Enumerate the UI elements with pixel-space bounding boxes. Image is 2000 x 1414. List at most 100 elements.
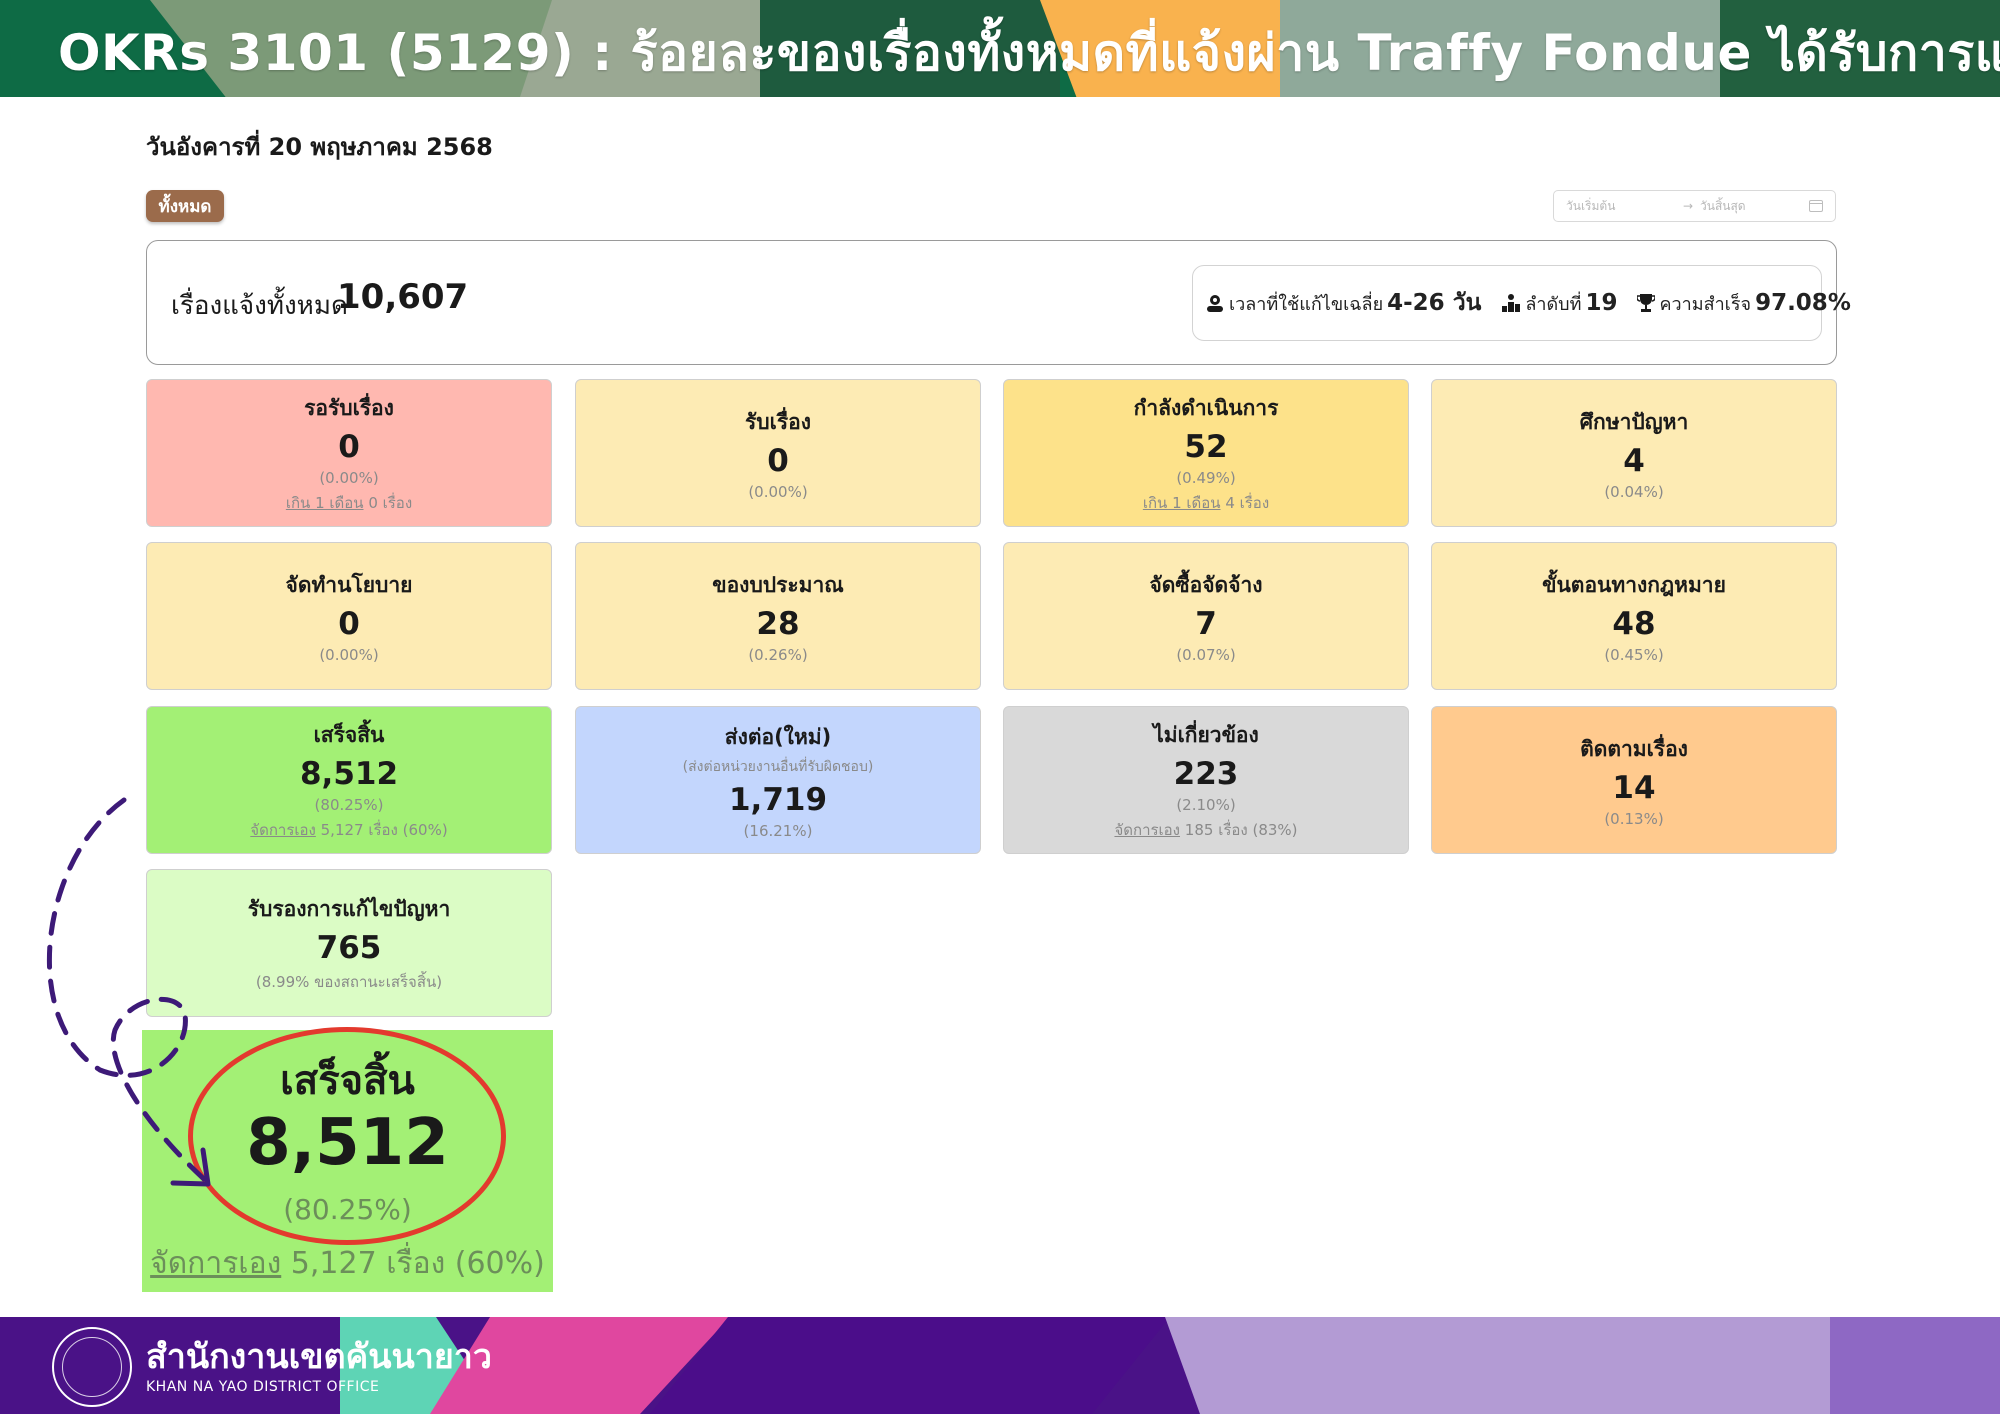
card-value: 0	[338, 428, 360, 465]
rank-value: 19	[1585, 290, 1618, 316]
card-title: ศึกษาปัญหา	[1579, 409, 1689, 434]
card-title: รับเรื่อง	[745, 409, 811, 434]
status-card-follow-up[interactable]: ติดตามเรื่อง 14 (0.13%)	[1431, 706, 1837, 854]
status-card-procurement[interactable]: จัดซื้อจัดจ้าง 7 (0.07%)	[1003, 542, 1409, 690]
stats-pill: เวลาที่ใช้แก้ไขเฉลี่ย 4-26 วัน ลำดับที่ …	[1192, 265, 1851, 341]
card-title: จัดทำนโยบาย	[285, 572, 413, 597]
status-card-certified[interactable]: รับรองการแก้ไขปัญหา 765 (8.99% ของสถานะเ…	[146, 869, 552, 1017]
status-card-policy[interactable]: จัดทำนโยบาย 0 (0.00%)	[146, 542, 552, 690]
rank-label: ลำดับที่	[1525, 293, 1582, 315]
zoom-self-handled-link: จัดการเอง	[150, 1246, 282, 1281]
status-card-legal[interactable]: ขั้นตอนทางกฎหมาย 48 (0.45%)	[1431, 542, 1837, 690]
office-name-en: KHAN NA YAO DISTRICT OFFICE	[146, 1379, 380, 1395]
card-note: เกิน 1 เดือน 0 เรื่อง	[286, 491, 412, 515]
total-reports-value: 10,607	[337, 277, 469, 317]
current-date: วันอังคารที่ 20 พฤษภาคม 2568	[146, 133, 493, 161]
date-range-picker[interactable]: วันเริ่มต้น → วันสิ้นสุด	[1553, 190, 1836, 222]
date-start-input[interactable]: วันเริ่มต้น	[1566, 197, 1676, 216]
status-card-in-progress[interactable]: กำลังดำเนินการ 52 (0.49%) เกิน 1 เดือน 4…	[1003, 379, 1409, 527]
card-percent: (0.49%)	[1176, 468, 1236, 487]
card-percent: (16.21%)	[743, 821, 813, 840]
card-note-text: 185 เรื่อง (83%)	[1184, 820, 1298, 839]
card-percent: (0.00%)	[319, 468, 379, 487]
card-note: จัดการเอง 5,127 เรื่อง (60%)	[250, 818, 447, 842]
card-percent: (0.04%)	[1604, 482, 1664, 501]
card-subtitle: (ส่งต่อหน่วยงานอื่นที่รับผิดชอบ)	[682, 758, 874, 775]
calendar-icon[interactable]	[1809, 200, 1823, 212]
footer-banner: สำนักงานเขตคันนายาว KHAN NA YAO DISTRICT…	[0, 1317, 2000, 1414]
footer-decor	[650, 1317, 1170, 1414]
status-card-completed[interactable]: เสร็จสิ้น 8,512 (80.25%) จัดการเอง 5,127…	[146, 706, 552, 854]
card-percent: (2.10%)	[1176, 795, 1236, 814]
card-note-text: 4 เรื่อง	[1225, 493, 1270, 512]
rank-stat: ลำดับที่ 19	[1501, 289, 1617, 318]
card-value: 7	[1195, 605, 1217, 642]
self-handled-link[interactable]: จัดการเอง	[250, 821, 316, 839]
card-value: 8,512	[299, 755, 399, 792]
success-label: ความสำเร็จ	[1659, 293, 1752, 315]
overdue-link[interactable]: เกิน 1 เดือน	[1143, 494, 1221, 512]
avg-time-stat: เวลาที่ใช้แก้ไขเฉลี่ย 4-26 วัน	[1205, 285, 1481, 321]
footer-decor	[1165, 1317, 1865, 1414]
card-value: 0	[767, 442, 789, 479]
success-value: 97.08%	[1755, 290, 1851, 316]
card-title: ไม่เกี่ยวข้อง	[1153, 722, 1259, 747]
district-seal-icon	[52, 1327, 132, 1407]
status-card-budget[interactable]: ของบประมาณ 28 (0.26%)	[575, 542, 981, 690]
user-clock-icon	[1207, 295, 1223, 312]
arrow-right-icon: →	[1682, 199, 1694, 213]
card-title: รับรองการแก้ไขปัญหา	[247, 896, 451, 921]
card-percent: (0.45%)	[1604, 645, 1664, 664]
card-title: ของบประมาณ	[712, 572, 844, 597]
office-name-th: สำนักงานเขตคันนายาว	[146, 1337, 492, 1377]
card-title: ขั้นตอนทางกฎหมาย	[1542, 572, 1726, 597]
card-note: เกิน 1 เดือน 4 เรื่อง	[1143, 491, 1269, 515]
card-value: 52	[1184, 428, 1228, 465]
card-percent: (0.00%)	[319, 645, 379, 664]
card-value: 1,719	[728, 781, 828, 818]
filter-all-button[interactable]: ทั้งหมด	[146, 190, 224, 222]
zoom-note-text: 5,127 เรื่อง (60%)	[290, 1246, 545, 1281]
summary-panel: เรื่องแจ้งทั้งหมด 10,607 เวลาที่ใช้แก้ไข…	[146, 240, 1851, 365]
status-card-studying[interactable]: ศึกษาปัญหา 4 (0.04%)	[1431, 379, 1837, 527]
avg-time-value: 4-26 วัน	[1387, 290, 1482, 316]
date-end-input[interactable]: วันสิ้นสุด	[1700, 197, 1809, 216]
card-title: ส่งต่อ(ใหม่)	[724, 724, 832, 749]
status-card-irrelevant[interactable]: ไม่เกี่ยวข้อง 223 (2.10%) จัดการเอง 185 …	[1003, 706, 1409, 854]
status-card-pending[interactable]: รอรับเรื่อง 0 (0.00%) เกิน 1 เดือน 0 เรื…	[146, 379, 552, 527]
card-percent: (8.99% ของสถานะเสร็จสิ้น)	[255, 972, 443, 991]
card-percent: (80.25%)	[314, 795, 384, 814]
card-value: 0	[338, 605, 360, 642]
card-title: ติดตามเรื่อง	[1580, 736, 1688, 761]
overdue-link[interactable]: เกิน 1 เดือน	[286, 494, 364, 512]
trophy-icon	[1637, 294, 1656, 312]
card-note-text: 5,127 เรื่อง (60%)	[320, 820, 448, 839]
success-stat: ความสำเร็จ 97.08%	[1637, 289, 1851, 318]
status-card-received[interactable]: รับเรื่อง 0 (0.00%)	[575, 379, 981, 527]
card-value: 14	[1612, 769, 1656, 806]
zoom-note: จัดการเอง 5,127 เรื่อง (60%)	[142, 1240, 553, 1287]
card-percent: (0.07%)	[1176, 645, 1236, 664]
status-card-forwarded[interactable]: ส่งต่อ(ใหม่) (ส่งต่อหน่วยงานอื่นที่รับผิ…	[575, 706, 981, 854]
page-title: OKRs 3101 (5129) : ร้อยละของเรื่องทั้งหม…	[58, 24, 2000, 82]
header-banner: OKRs 3101 (5129) : ร้อยละของเรื่องทั้งหม…	[0, 0, 2000, 97]
card-note: จัดการเอง 185 เรื่อง (83%)	[1114, 818, 1297, 842]
card-title: จัดซื้อจัดจ้าง	[1149, 572, 1263, 597]
card-title: เสร็จสิ้น	[313, 722, 385, 747]
self-handled-link[interactable]: จัดการเอง	[1114, 821, 1180, 839]
avg-time-label: เวลาที่ใช้แก้ไขเฉลี่ย	[1229, 293, 1384, 315]
card-value: 28	[756, 605, 800, 642]
card-value: 765	[316, 929, 382, 966]
card-percent: (0.26%)	[748, 645, 808, 664]
card-percent: (0.13%)	[1604, 809, 1664, 828]
highlight-ring	[188, 1027, 506, 1245]
card-title: กำลังดำเนินการ	[1133, 395, 1279, 420]
footer-decor	[1830, 1317, 2000, 1414]
total-reports-label: เรื่องแจ้งทั้งหมด	[171, 291, 348, 321]
card-value: 4	[1623, 442, 1645, 479]
card-value: 48	[1612, 605, 1656, 642]
card-note-text: 0 เรื่อง	[368, 493, 413, 512]
card-value: 223	[1173, 755, 1239, 792]
ranking-icon	[1502, 294, 1521, 312]
card-percent: (0.00%)	[748, 482, 808, 501]
